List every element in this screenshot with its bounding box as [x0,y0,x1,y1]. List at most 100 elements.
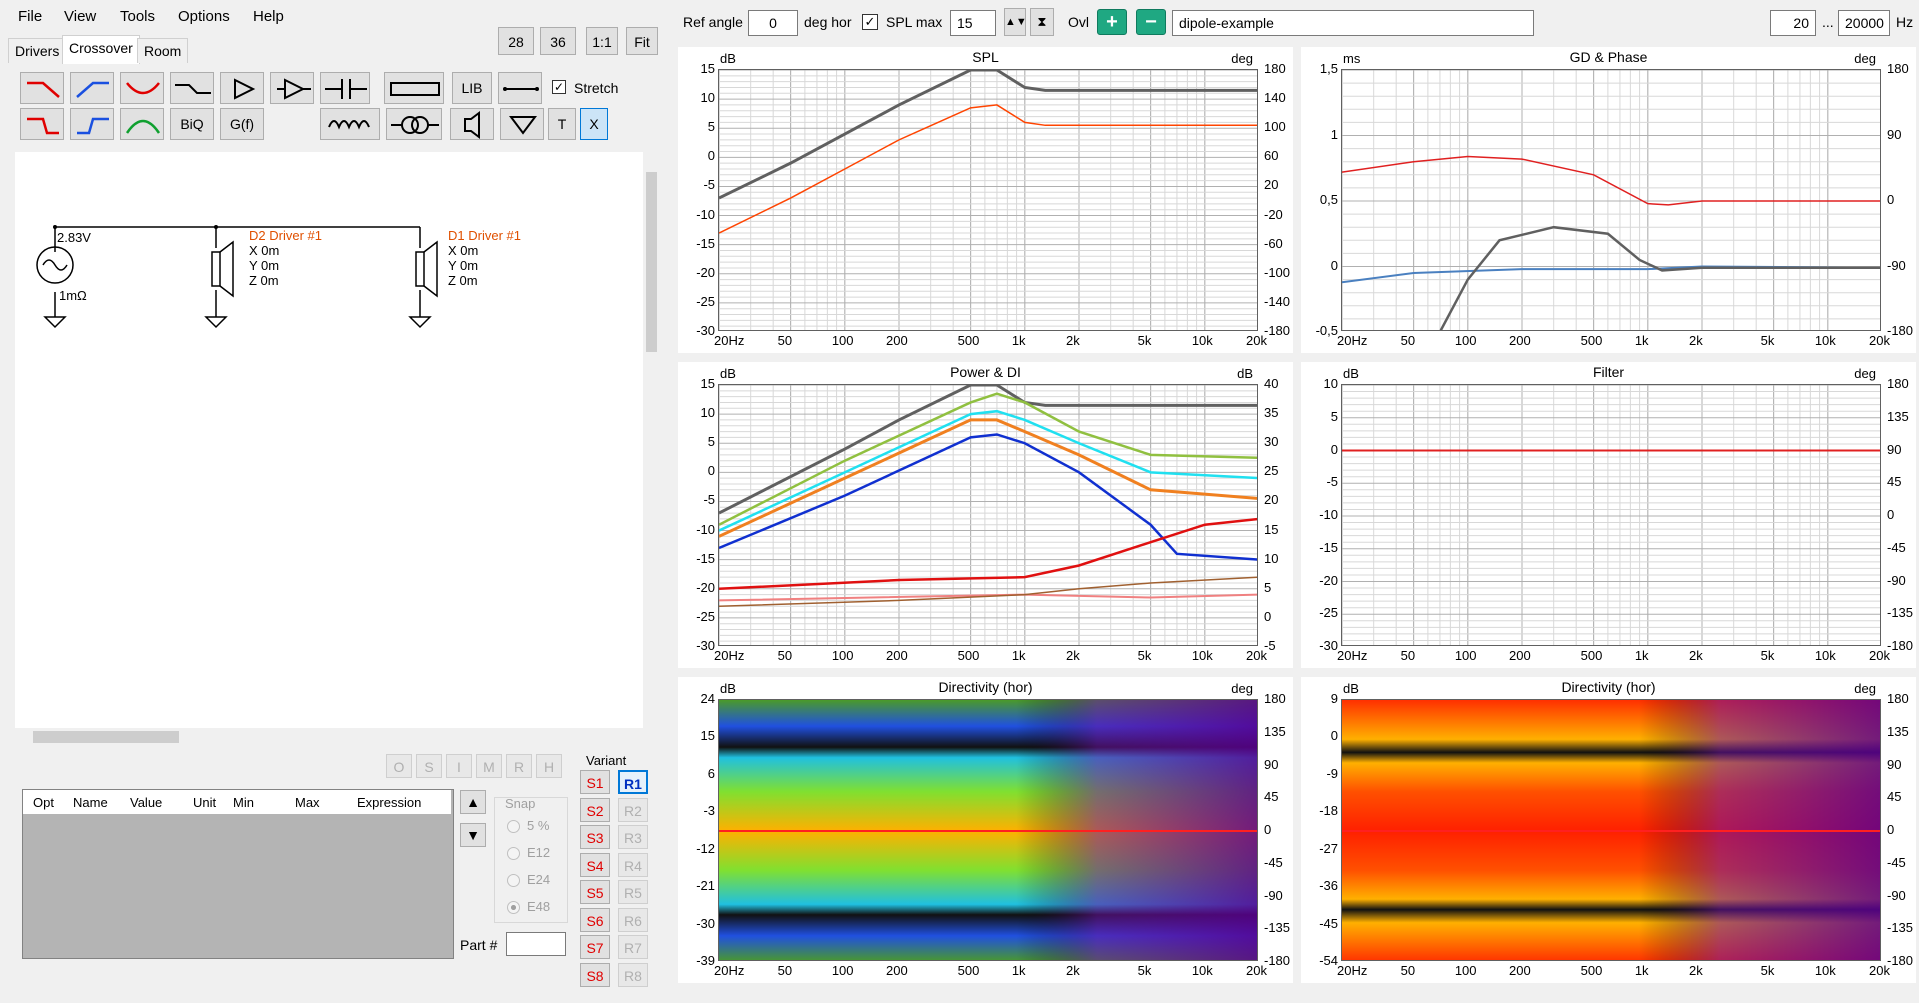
shelf-button[interactable] [170,72,214,104]
resistor-icon[interactable] [384,72,444,104]
d1-driver-label[interactable]: D1 Driver #1 [448,228,521,243]
parameter-table[interactable] [22,789,454,959]
variant-r6-button[interactable]: R6 [618,907,648,932]
spin-updown-icon[interactable]: ▲▼ [1004,8,1027,36]
expand-icon[interactable]: ⧗ [1030,8,1054,36]
stretch-checkbox[interactable]: ✓ [552,80,566,94]
spl-chart[interactable]: SPL dB deg 15 10 5 0 -5 -10 -15 -20 -25 -30 180 140 100… [678,47,1293,353]
menu-options[interactable]: Options [178,8,230,25]
variant-s4-button[interactable]: S4 [580,852,610,877]
menu-help[interactable]: Help [253,8,284,25]
variant-r3-button[interactable]: R3 [618,825,648,849]
gd-phase-chart[interactable]: GD & Phase ms deg 1,5 1 0,5 0 -0,5 180 90 0 -90 -180… [1301,47,1916,353]
dir2-freq-tick: 5k [1760,963,1775,978]
vscroll-thumb[interactable] [646,172,657,352]
gf-button[interactable]: G(f) [220,108,264,140]
power-plot-area[interactable] [718,384,1258,646]
variant-s7-button[interactable]: S7 [580,935,610,959]
spl-freq-tick: 1k [1011,333,1026,348]
variant-r1-button[interactable]: R1 [618,770,648,794]
tab-drivers[interactable]: Drivers [8,38,67,63]
variant-s5-button[interactable]: S5 [580,880,610,904]
variant-s3-button[interactable]: S3 [580,825,610,849]
ground-icon[interactable] [500,108,544,140]
filter-freq-tick: 50 [1400,648,1416,663]
snap-5pct-radio[interactable] [507,820,520,833]
lib-button[interactable]: LIB [452,72,492,104]
menu-tools[interactable]: Tools [120,8,155,25]
opt-s-button[interactable]: S [416,754,442,778]
lowpass-red-button[interactable] [20,72,64,104]
move-down-button[interactable]: ▼ [460,823,486,847]
variant-r7-button[interactable]: R7 [618,935,648,959]
notch-red-button[interactable] [120,72,164,104]
opt-o-button[interactable]: O [386,754,412,778]
variant-r5-button[interactable]: R5 [618,880,648,904]
schematic-vscrollbar[interactable] [643,152,660,732]
dir1-plot-area[interactable] [718,699,1258,961]
spl-plot-area[interactable] [718,69,1258,331]
variant-r4-button[interactable]: R4 [618,852,648,877]
hscroll-thumb[interactable] [33,731,179,743]
buffer-icon[interactable] [220,72,264,104]
variant-r2-button[interactable]: R2 [618,797,648,822]
spl-max-checkbox[interactable]: ✓ [862,14,878,30]
opt-r-button[interactable]: R [506,754,532,778]
filter-left-tick: 5 [1330,408,1338,424]
amplifier-icon[interactable] [270,72,314,104]
peak-green-button[interactable] [120,108,164,140]
t-button[interactable]: T [548,108,576,140]
opt-h-button[interactable]: H [536,754,562,778]
gd-plot-area[interactable] [1341,69,1881,331]
opt-i-button[interactable]: I [446,754,472,778]
menu-view[interactable]: View [64,8,96,25]
highpass-blue-2-button[interactable] [70,108,114,140]
wire-icon[interactable] [498,72,542,104]
variant-s6-button[interactable]: S6 [580,907,610,932]
filter-chart[interactable]: Filter dB deg 10 5 0 -5 -10 -15 -20 -25 -30 180 135 90… [1301,362,1916,668]
highpass-blue-button[interactable] [70,72,114,104]
inductor-icon[interactable] [320,108,380,140]
d2-driver-label[interactable]: D2 Driver #1 [249,228,322,243]
transformer-icon[interactable] [386,108,442,140]
add-overlay-icon[interactable]: + [1097,9,1127,35]
dir1-freq-tick: 20k [1246,963,1267,978]
variant-s1-button[interactable]: S1 [580,770,610,794]
speaker-icon[interactable] [450,108,494,140]
biquad-button[interactable]: BiQ [170,108,214,140]
freq-max-input[interactable]: 20000 [1838,10,1890,36]
zoom-1to1-button[interactable]: 1:1 [586,27,618,55]
ref-angle-input[interactable]: 0 [748,10,798,36]
zoom-28-button[interactable]: 28 [498,27,534,55]
capacitor-icon[interactable] [320,72,370,104]
tab-room[interactable]: Room [137,38,189,63]
opt-m-button[interactable]: M [476,754,502,778]
dir2-right-unit: deg [1854,681,1876,696]
freq-min-input[interactable]: 20 [1770,10,1816,36]
spl-max-input[interactable]: 15 [950,10,996,36]
variant-r8-button[interactable]: R8 [618,962,648,987]
part-number-input[interactable] [506,932,566,956]
snap-e12-radio[interactable] [507,847,520,860]
schematic-canvas[interactable]: 2.83V 1mΩ D2 Driver #1 X 0m Y 0m Z 0m D1… [15,152,645,732]
filter-plot-area[interactable] [1341,384,1881,646]
tab-crossover[interactable]: Crossover [62,35,140,64]
overlay-name-input[interactable]: dipole-example [1172,10,1534,36]
remove-overlay-icon[interactable]: − [1136,9,1166,35]
directivity-chart-1[interactable]: Directivity (hor) dB deg 24 15 6 -3 -12 -21 -30 -3… [678,677,1293,983]
move-up-button[interactable]: ▲ [460,790,486,814]
schematic-hscrollbar[interactable] [15,728,643,746]
power-di-chart[interactable]: Power & DI dB dB 15 10 5 0 -5 -10 -15 -20 -25 -30 40 3… [678,362,1293,668]
directivity-chart-2[interactable]: Directivity (hor) dB deg 9 0 -9 -18 -27 -36 -45 -5… [1301,677,1916,983]
lowpass-red-2-button[interactable] [20,108,64,140]
zoom-36-button[interactable]: 36 [540,27,576,55]
dir2-plot-area[interactable] [1341,699,1881,961]
snap-e48-radio[interactable] [507,901,520,914]
variant-s8-button[interactable]: S8 [580,962,610,987]
dir2-right-tick: -180 [1887,953,1914,968]
snap-e24-radio[interactable] [507,874,520,887]
menu-file[interactable]: File [18,8,42,25]
x-button[interactable]: X [580,108,608,140]
zoom-fit-button[interactable]: Fit [626,27,658,55]
variant-s2-button[interactable]: S2 [580,797,610,822]
